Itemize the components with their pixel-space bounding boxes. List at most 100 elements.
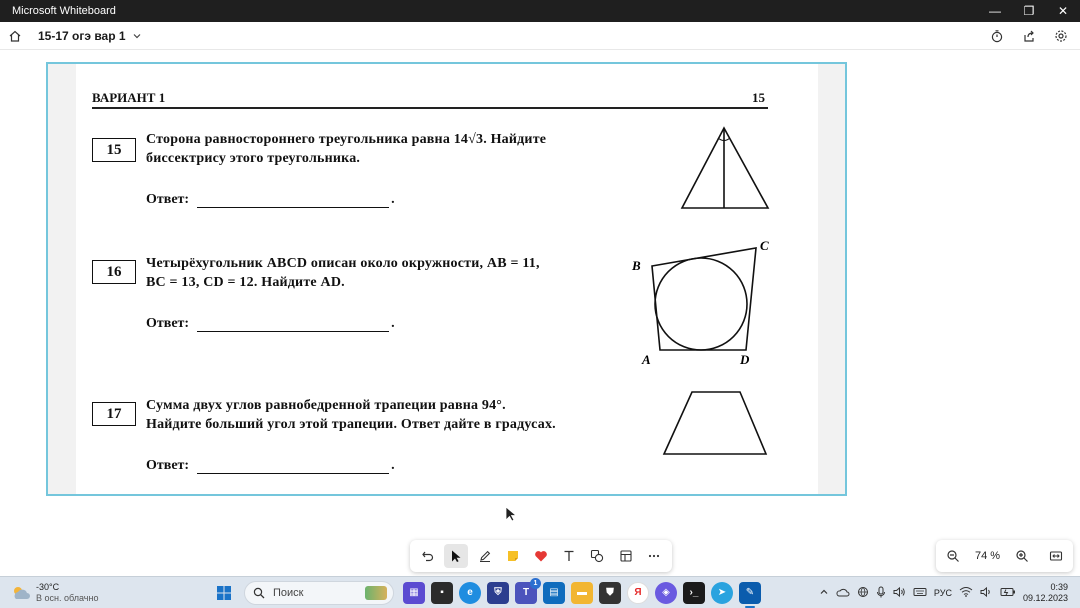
- edge-icon: e: [467, 587, 473, 598]
- share-button[interactable]: [1020, 27, 1038, 45]
- vertex-label-b: B: [631, 258, 641, 273]
- template-icon: [620, 550, 632, 562]
- telegram-icon: ➤: [717, 587, 727, 598]
- speaker-button[interactable]: [893, 586, 906, 600]
- whiteboard-canvas[interactable]: ВАРИАНТ 1 15 15 Сторона равностороннего …: [0, 50, 1080, 576]
- share-icon: [1024, 30, 1034, 42]
- answer-label: Ответ:: [146, 458, 190, 473]
- question-number: 16: [106, 263, 122, 280]
- fit-to-screen-button[interactable]: [1044, 544, 1068, 568]
- question-line: Четырёхугольник ABCD описан около окружн…: [146, 256, 540, 271]
- app-header: 15-17 огэ вар 1: [0, 22, 1080, 50]
- question-text: Четырёхугольник ABCD описан около окружн…: [146, 254, 646, 292]
- taskbar-app-terminal[interactable]: ›_: [683, 581, 705, 604]
- language-indicator[interactable]: РУС: [934, 588, 952, 598]
- speaker-icon: [893, 586, 905, 597]
- sticky-note-button[interactable]: [501, 544, 525, 568]
- more-tools-button[interactable]: [642, 544, 666, 568]
- pen-tool-button[interactable]: [473, 544, 497, 568]
- quadrilateral-figure: B C A D: [631, 238, 769, 367]
- zoom-level[interactable]: 74 %: [975, 550, 1000, 562]
- taskbar-app-shield[interactable]: ⛨: [487, 581, 509, 604]
- home-button[interactable]: [0, 29, 30, 43]
- taskbar-search[interactable]: Поиск: [244, 580, 394, 605]
- timer-icon: [991, 29, 1003, 42]
- shapes-button[interactable]: [585, 544, 609, 568]
- taskbar-app-store[interactable]: ▤: [543, 581, 565, 604]
- settings-button[interactable]: [1052, 27, 1070, 45]
- taskbar-app-edge[interactable]: e: [459, 581, 481, 604]
- microphone-button[interactable]: [876, 586, 886, 600]
- question-number-box: 15: [92, 138, 136, 162]
- tray-overflow-button[interactable]: [819, 587, 829, 599]
- store-icon: ▤: [549, 587, 559, 598]
- page-number: 15: [752, 90, 765, 105]
- answer-label: Ответ:: [146, 316, 190, 331]
- keyboard-button[interactable]: [913, 587, 927, 599]
- answer-dot: .: [391, 458, 395, 473]
- templates-button[interactable]: [614, 544, 638, 568]
- weather-widget[interactable]: -30°C В осн. облачно: [10, 582, 210, 604]
- variant-heading: ВАРИАНТ 1: [92, 90, 166, 105]
- start-button[interactable]: [213, 582, 235, 604]
- text-icon: [564, 550, 574, 561]
- clock[interactable]: 0:39 09.12.2023: [1023, 582, 1068, 604]
- zoom-out-button[interactable]: [941, 544, 965, 568]
- browser-icon: ◈: [662, 587, 670, 598]
- vertex-label-a: A: [641, 352, 651, 367]
- zoom-in-button[interactable]: [1010, 544, 1034, 568]
- taskbar-app-telegram[interactable]: ➤: [711, 581, 733, 604]
- board-menu-toggle[interactable]: [132, 31, 142, 41]
- taskbar-app-explorer[interactable]: ▬: [571, 581, 593, 604]
- reactions-button[interactable]: [529, 544, 553, 568]
- wifi-button[interactable]: [959, 586, 973, 599]
- text-tool-button[interactable]: [557, 544, 581, 568]
- question-line: биссектрису этого треугольника.: [146, 151, 361, 166]
- restore-button[interactable]: ❐: [1012, 0, 1046, 22]
- taskbar-app-security[interactable]: ⛊: [599, 581, 621, 604]
- close-button[interactable]: ✕: [1046, 0, 1080, 22]
- taskbar-app-whiteboard[interactable]: ✎: [739, 581, 761, 608]
- header-actions: [988, 27, 1080, 45]
- exam-sheet: ВАРИАНТ 1 15 15 Сторона равностороннего …: [76, 64, 818, 494]
- main-toolbar: [410, 540, 672, 572]
- desktop-icon: ▪: [440, 587, 444, 598]
- folder-icon: ▬: [577, 587, 587, 598]
- sticky-note-icon: [507, 551, 518, 561]
- home-icon: [9, 30, 21, 42]
- battery-button[interactable]: [1000, 587, 1016, 599]
- undo-button[interactable]: [416, 544, 440, 568]
- taskbar-app-gallery[interactable]: ▦: [403, 581, 425, 604]
- trapezoid-figure: [662, 391, 768, 455]
- chevron-down-icon: [133, 33, 140, 38]
- question-number: 17: [106, 405, 122, 422]
- select-tool-button[interactable]: [444, 544, 469, 568]
- pen-icon: [479, 550, 490, 563]
- wifi-icon: [959, 587, 973, 597]
- triangle-figure: [680, 126, 770, 209]
- active-app-indicator: [745, 605, 755, 608]
- taskbar-app-desktop[interactable]: ▪: [431, 581, 453, 604]
- volume-button[interactable]: [980, 586, 993, 600]
- window-title: Microsoft Whiteboard: [12, 5, 116, 17]
- minimize-button[interactable]: —: [978, 0, 1012, 22]
- shield-icon: ⛨: [494, 587, 502, 598]
- onedrive-button[interactable]: [836, 587, 850, 599]
- taskbar-app-yandex[interactable]: Я: [627, 581, 649, 604]
- timer-button[interactable]: [988, 27, 1006, 45]
- location-button[interactable]: [857, 586, 869, 600]
- answer-field: Ответ: .: [146, 316, 395, 332]
- weather-text: -30°C В осн. облачно: [36, 582, 98, 604]
- question-text: Сумма двух углов равнобедренной трапеции…: [146, 396, 666, 434]
- clock-date: 09.12.2023: [1022, 592, 1068, 603]
- board-name[interactable]: 15-17 огэ вар 1: [38, 29, 126, 43]
- title-bar: Microsoft Whiteboard — ❐ ✕: [0, 0, 1080, 22]
- zoom-out-icon: [947, 550, 959, 562]
- inserted-image[interactable]: ВАРИАНТ 1 15 15 Сторона равностороннего …: [46, 62, 847, 496]
- whiteboard-icon: ✎: [745, 587, 755, 598]
- search-highlight-image: [365, 585, 387, 600]
- mouse-cursor-icon: [505, 506, 518, 522]
- taskbar-app-teams[interactable]: T1: [515, 577, 541, 604]
- taskbar-app-browser[interactable]: ◈: [655, 581, 677, 604]
- undo-icon: [422, 551, 434, 562]
